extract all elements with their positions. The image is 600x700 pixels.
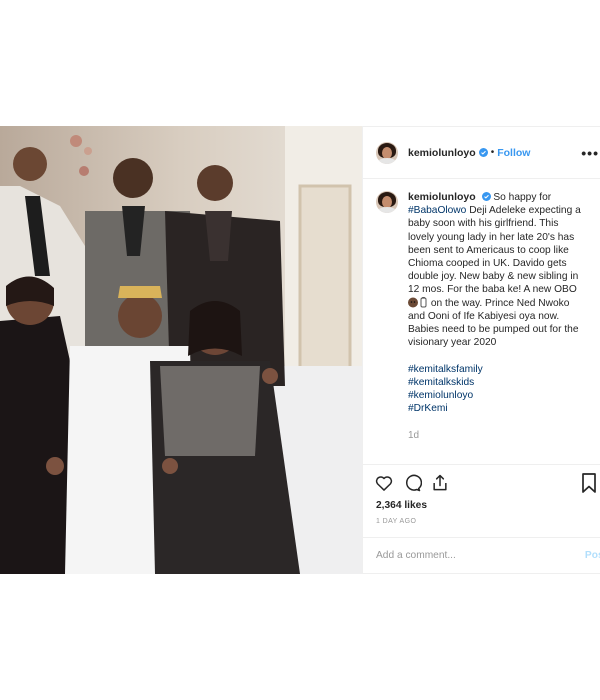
comment-icon[interactable]: [402, 473, 422, 493]
like-count[interactable]: 2,364 likes: [376, 500, 427, 511]
caption-line: 12 mos. For the baba ke! A new OBO: [408, 284, 577, 296]
hashtag-link[interactable]: #BabaOlowo: [408, 205, 466, 216]
hashtag-link[interactable]: #kemiolunloyo: [408, 389, 594, 402]
caption-line: Babies need to be pumped out for the: [408, 324, 579, 336]
post-comment-button[interactable]: Post: [585, 550, 600, 561]
caption-timestamp: 1d: [408, 430, 420, 441]
header-username[interactable]: kemiolunloyo: [408, 147, 476, 159]
caption-text: kemiolunloyo So happy for #BabaOlowo Dej…: [408, 191, 594, 415]
caption-line: and Ooni of Ife Kabiyesi oya now.: [408, 310, 560, 322]
more-icon[interactable]: •••: [581, 145, 599, 161]
post-date: 1 DAY AGO: [376, 518, 417, 525]
hashtag-link[interactable]: #DrKemi: [408, 402, 594, 415]
caption-line: visionary year 2020: [408, 337, 497, 349]
heart-icon[interactable]: [374, 473, 394, 493]
caption-line: lovely young lady in her late 20's has: [408, 231, 575, 243]
share-icon[interactable]: [430, 473, 450, 493]
verified-icon: [481, 192, 491, 201]
caption-line: Chioma cooped in UK. Davido gets: [408, 258, 567, 270]
caption-line: double joy. New baby & new sibling in: [408, 271, 579, 283]
hashtag-link[interactable]: #kemitalkskids: [408, 376, 594, 389]
caption-line: on the way. Prince Ned Nwoko: [430, 297, 570, 309]
verified-icon: [478, 148, 488, 157]
hashtag-link[interactable]: #kemitalksfamily: [408, 363, 594, 376]
caption: kemiolunloyo So happy for #BabaOlowo Dej…: [376, 191, 596, 415]
baby-bottle-emoji-icon: [408, 296, 427, 308]
header-separator: •: [490, 147, 495, 158]
instagram-post: kemiolunloyo • Follow ••• kemiolunloyo S…: [0, 126, 600, 574]
follow-button[interactable]: Follow: [497, 147, 530, 159]
group-photo-image: [0, 126, 362, 574]
post-side-panel: kemiolunloyo • Follow ••• kemiolunloyo S…: [362, 126, 600, 574]
post-photo[interactable]: [0, 126, 362, 574]
comment-input[interactable]: Add a comment...: [376, 550, 456, 561]
caption-username[interactable]: kemiolunloyo: [408, 191, 476, 203]
post-header: kemiolunloyo • Follow •••: [363, 127, 600, 179]
bookmark-icon[interactable]: [581, 473, 597, 493]
caption-line: So happy for: [493, 192, 552, 203]
avatar[interactable]: [376, 141, 398, 164]
caption-line: Deji Adeleke expecting a: [469, 205, 581, 217]
caption-line: been sent to Americaus to coop like: [408, 244, 569, 256]
comment-bar: Add a comment... Post: [363, 537, 600, 576]
caption-line: baby soon with his girlfriend. This: [408, 218, 559, 230]
caption-avatar[interactable]: [376, 191, 398, 213]
action-bar: 2,364 likes 1 DAY AGO Add a comment... P…: [363, 464, 600, 575]
